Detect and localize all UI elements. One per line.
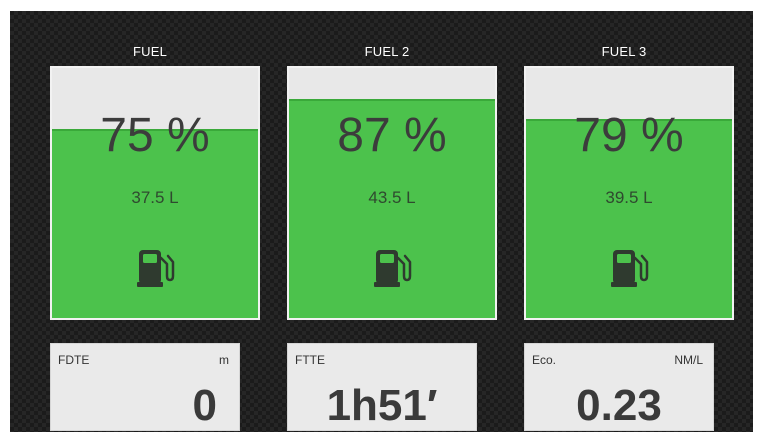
tank-gauge-fuel-3[interactable]: 79 % 39.5 L bbox=[524, 66, 734, 320]
tank-percent: 79 % bbox=[574, 109, 684, 162]
tank-volume: 39.5 L bbox=[605, 188, 653, 207]
databox-label: FTTE bbox=[295, 353, 325, 367]
tank-title-fuel: FUEL bbox=[132, 44, 168, 59]
databox-fdte[interactable]: FDTE m 0 bbox=[50, 343, 240, 431]
fuel-pump-icon bbox=[137, 250, 175, 287]
databox-ftte[interactable]: FTTE 1h51′ bbox=[287, 343, 477, 431]
tank-volume: 43.5 L bbox=[368, 188, 416, 207]
fuel-pump-icon bbox=[374, 250, 412, 287]
tank-gauge-fuel[interactable]: 75 % 37.5 L bbox=[50, 66, 260, 320]
fuel-dashboard-screen: FUEL 75 % 37.5 L FUEL 2 87 % 43.5 L FUEL… bbox=[10, 11, 753, 432]
fuel-pump-icon bbox=[611, 250, 649, 287]
databox-value: 0 bbox=[192, 381, 217, 430]
databox-label: FDTE bbox=[58, 353, 90, 367]
tank-title-fuel-2: FUEL 2 bbox=[364, 44, 410, 59]
databox-eco[interactable]: Eco. NM/L 0.23 bbox=[524, 343, 714, 431]
tank-percent: 75 % bbox=[100, 109, 210, 162]
tank-volume: 37.5 L bbox=[131, 188, 179, 207]
databox-unit: m bbox=[219, 353, 229, 367]
tank-percent: 87 % bbox=[337, 109, 447, 162]
tank-gauge-fuel-2[interactable]: 87 % 43.5 L bbox=[287, 66, 497, 320]
databox-unit: NM/L bbox=[674, 353, 703, 367]
databox-value: 0.23 bbox=[576, 381, 662, 430]
tank-title-fuel-3: FUEL 3 bbox=[601, 44, 647, 59]
databox-label: Eco. bbox=[532, 353, 557, 367]
databox-value: 1h51′ bbox=[326, 381, 438, 430]
